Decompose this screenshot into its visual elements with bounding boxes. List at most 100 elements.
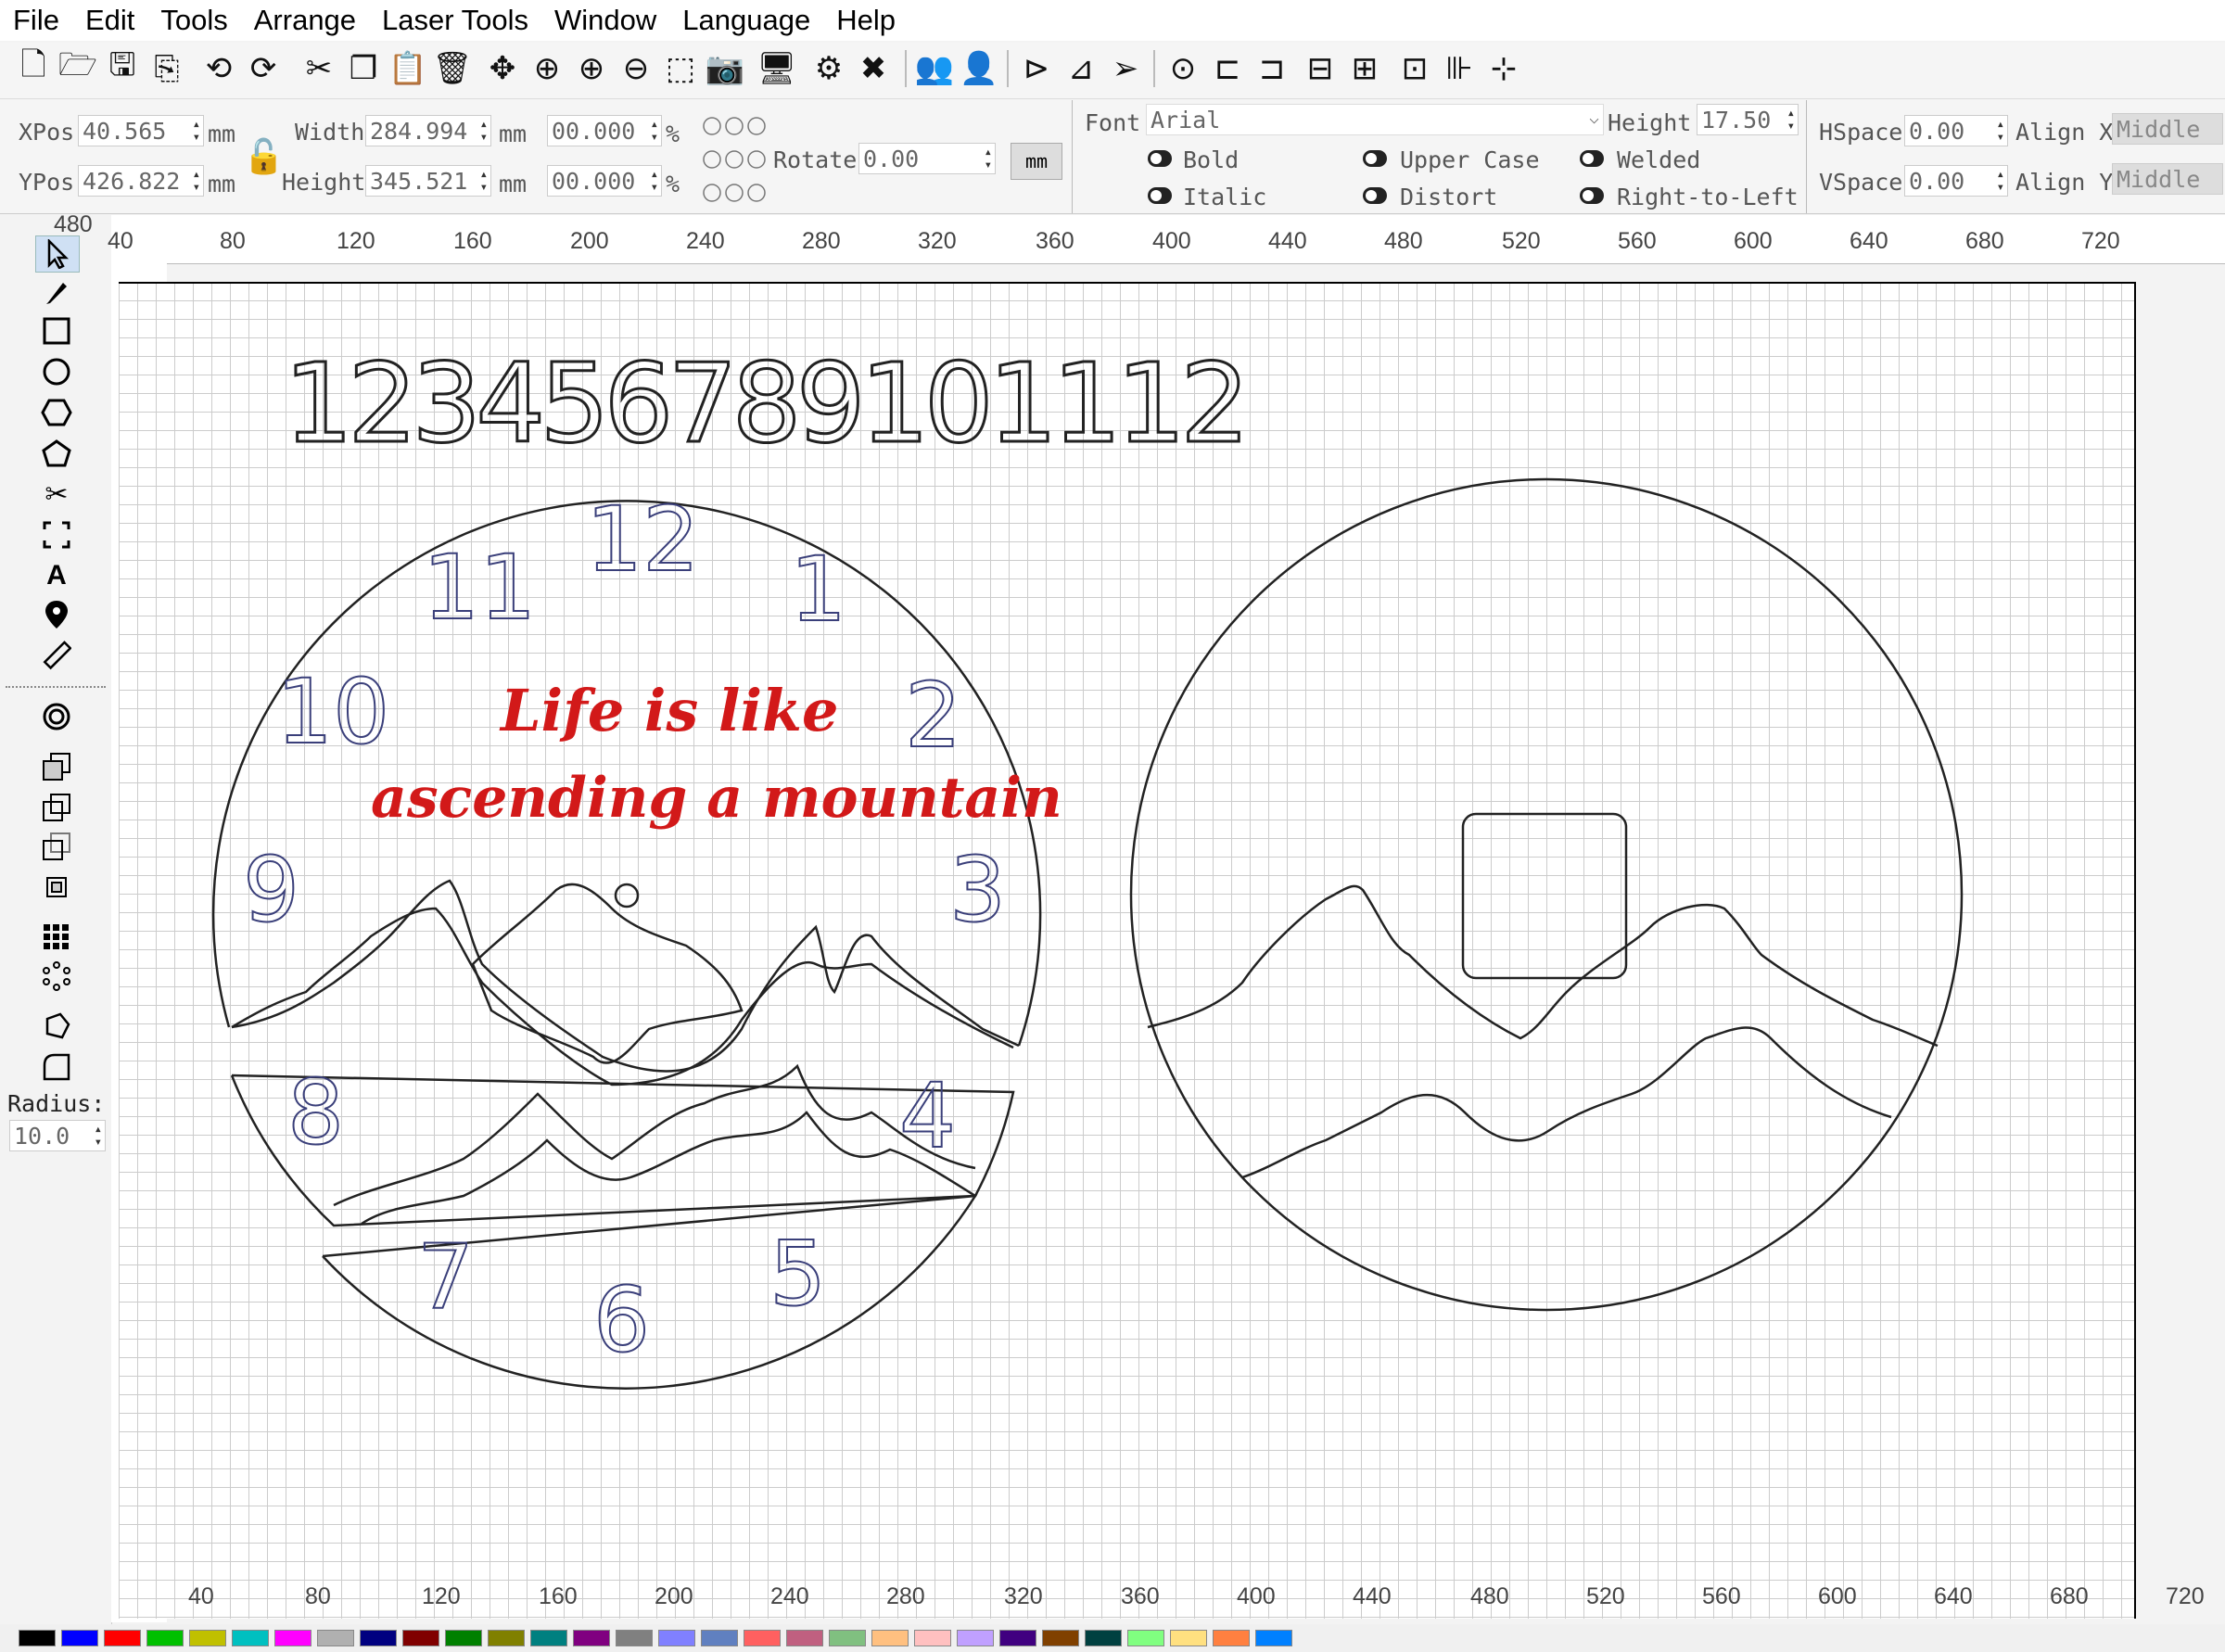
menu-arrange[interactable]: Arrange <box>241 0 369 41</box>
color-swatch[interactable] <box>786 1630 823 1646</box>
color-swatch[interactable] <box>1042 1630 1079 1646</box>
distribute-v-icon[interactable]: ⊪ <box>1439 48 1480 89</box>
vspace-field[interactable]: 0.00 ▴ ▾ <box>1904 165 2008 197</box>
distort-toggle[interactable] <box>1363 187 1387 204</box>
height-field[interactable]: 345.521 ▴ ▾ <box>365 165 491 197</box>
numeral-9[interactable]: 9 <box>242 845 300 935</box>
settings-icon[interactable]: ⚙ <box>808 48 849 89</box>
distribute-icon[interactable]: ⊹ <box>1483 48 1524 89</box>
tools-icon[interactable]: ✖ <box>853 48 894 89</box>
zoom-plus-icon[interactable]: ⊕ <box>571 48 612 89</box>
color-swatch[interactable] <box>317 1630 354 1646</box>
color-swatch[interactable] <box>701 1630 738 1646</box>
save-icon[interactable]: 🖫 <box>102 47 143 89</box>
numeral-3[interactable]: 3 <box>948 845 1007 935</box>
circular-array-icon[interactable] <box>35 959 78 994</box>
monitor-icon[interactable]: 🖥 <box>756 48 797 89</box>
numeral-7[interactable]: 7 <box>416 1232 475 1323</box>
rectangle-icon[interactable] <box>35 313 78 349</box>
flip-vertical-icon[interactable]: ⊿ <box>1061 48 1101 89</box>
align-y-select[interactable]: Middle <box>2112 163 2223 195</box>
upper-case-toggle[interactable] <box>1363 150 1387 167</box>
color-swatch[interactable] <box>914 1630 951 1646</box>
menu-language[interactable]: Language <box>669 0 823 41</box>
menu-edit[interactable]: Edit <box>72 0 147 41</box>
intersect-icon[interactable] <box>35 829 78 864</box>
rotate-field[interactable]: 0.00 ▴ ▾ <box>858 143 996 174</box>
quote-line-2[interactable]: ascending a mountain <box>371 766 1062 831</box>
align-middle-icon[interactable]: ⊞ <box>1344 48 1385 89</box>
color-swatch[interactable] <box>530 1630 567 1646</box>
corner-icon[interactable] <box>35 1049 78 1085</box>
distribute-h-icon[interactable]: ⊡ <box>1394 48 1435 89</box>
color-swatch[interactable] <box>744 1630 781 1646</box>
measure-icon[interactable] <box>35 638 78 673</box>
menu-help[interactable]: Help <box>823 0 909 41</box>
color-swatch[interactable] <box>1255 1630 1292 1646</box>
color-swatch[interactable] <box>104 1630 141 1646</box>
flip-horizontal-icon[interactable]: ⊳ <box>1016 48 1057 89</box>
ypos-field[interactable]: 426.822 ▴ ▾ <box>78 165 204 197</box>
scale-h-field[interactable]: 00.000 ▴ ▾ <box>547 165 662 197</box>
pentagon-icon[interactable] <box>35 436 78 471</box>
color-swatch[interactable] <box>445 1630 482 1646</box>
new-file-icon[interactable]: 🗋 <box>13 47 54 89</box>
ellipse-icon[interactable] <box>35 354 78 389</box>
numeral-4[interactable]: 4 <box>898 1071 957 1162</box>
color-swatch[interactable] <box>1213 1630 1250 1646</box>
color-swatch[interactable] <box>829 1630 866 1646</box>
copy-icon[interactable]: ❐ <box>343 48 384 89</box>
numeral-2[interactable]: 2 <box>904 670 962 761</box>
zoom-selection-icon[interactable]: ⬚ <box>660 48 701 89</box>
color-swatch[interactable] <box>189 1630 226 1646</box>
color-swatch[interactable] <box>1085 1630 1122 1646</box>
cut-scissors-icon[interactable]: ✂ <box>35 477 78 512</box>
color-swatch[interactable] <box>146 1630 184 1646</box>
undo-icon[interactable]: ⟲ <box>198 48 239 89</box>
zoom-in-icon[interactable]: ⊕ <box>527 48 567 89</box>
color-swatch[interactable] <box>1127 1630 1164 1646</box>
target-icon[interactable]: ⊙ <box>1163 48 1203 89</box>
numeral-5[interactable]: 5 <box>769 1228 827 1319</box>
group-icon[interactable]: 👥 <box>914 48 955 89</box>
weld-icon[interactable] <box>35 749 78 784</box>
unit-toggle-button[interactable]: mm <box>1011 143 1062 180</box>
numeral-11[interactable]: 11 <box>422 542 537 633</box>
numbers-row-text[interactable]: 123456789101112 <box>282 348 1251 460</box>
xpos-field[interactable]: 40.565 ▴ ▾ <box>78 115 204 146</box>
polygon-icon[interactable] <box>35 395 78 430</box>
menu-laser-tools[interactable]: Laser Tools <box>369 0 541 41</box>
welded-toggle[interactable] <box>1580 150 1604 167</box>
delete-icon[interactable]: 🗑 <box>432 48 473 89</box>
offset-icon[interactable] <box>35 699 78 734</box>
redo-icon[interactable]: ⟳ <box>243 48 284 89</box>
save-as-icon[interactable]: ⎘ <box>146 48 187 89</box>
align-x-select[interactable]: Middle <box>2112 113 2223 145</box>
italic-toggle[interactable] <box>1148 187 1172 204</box>
cut-icon[interactable]: ✂ <box>299 48 339 89</box>
open-folder-icon[interactable]: 🗁 <box>57 47 98 89</box>
color-swatch[interactable] <box>274 1630 312 1646</box>
position-pin-icon[interactable] <box>35 597 78 632</box>
color-swatch[interactable] <box>488 1630 525 1646</box>
grid-array-icon[interactable] <box>35 920 78 955</box>
color-swatch[interactable] <box>616 1630 653 1646</box>
select-icon[interactable] <box>35 235 80 273</box>
align-center-icon[interactable]: ⊐ <box>1252 48 1292 89</box>
ungroup-icon[interactable]: 👤 <box>959 48 999 89</box>
node-icon[interactable] <box>35 1009 78 1044</box>
lock-icon[interactable]: 🔓 <box>243 137 285 176</box>
align-left-icon[interactable]: ⊏ <box>1207 48 1248 89</box>
send-icon[interactable]: ➢ <box>1105 48 1146 89</box>
color-swatch[interactable] <box>232 1630 269 1646</box>
menu-file[interactable]: File <box>0 0 72 41</box>
color-swatch[interactable] <box>19 1630 56 1646</box>
menu-window[interactable]: Window <box>541 0 669 41</box>
color-swatch[interactable] <box>1170 1630 1207 1646</box>
color-swatch[interactable] <box>573 1630 610 1646</box>
width-field[interactable]: 284.994 ▴ ▾ <box>365 115 491 146</box>
quote-line-1[interactable]: Life is like <box>501 677 838 744</box>
scale-w-field[interactable]: 00.000 ▴ ▾ <box>547 115 662 146</box>
pen-icon[interactable] <box>35 274 78 310</box>
text-icon[interactable]: A <box>35 558 78 593</box>
